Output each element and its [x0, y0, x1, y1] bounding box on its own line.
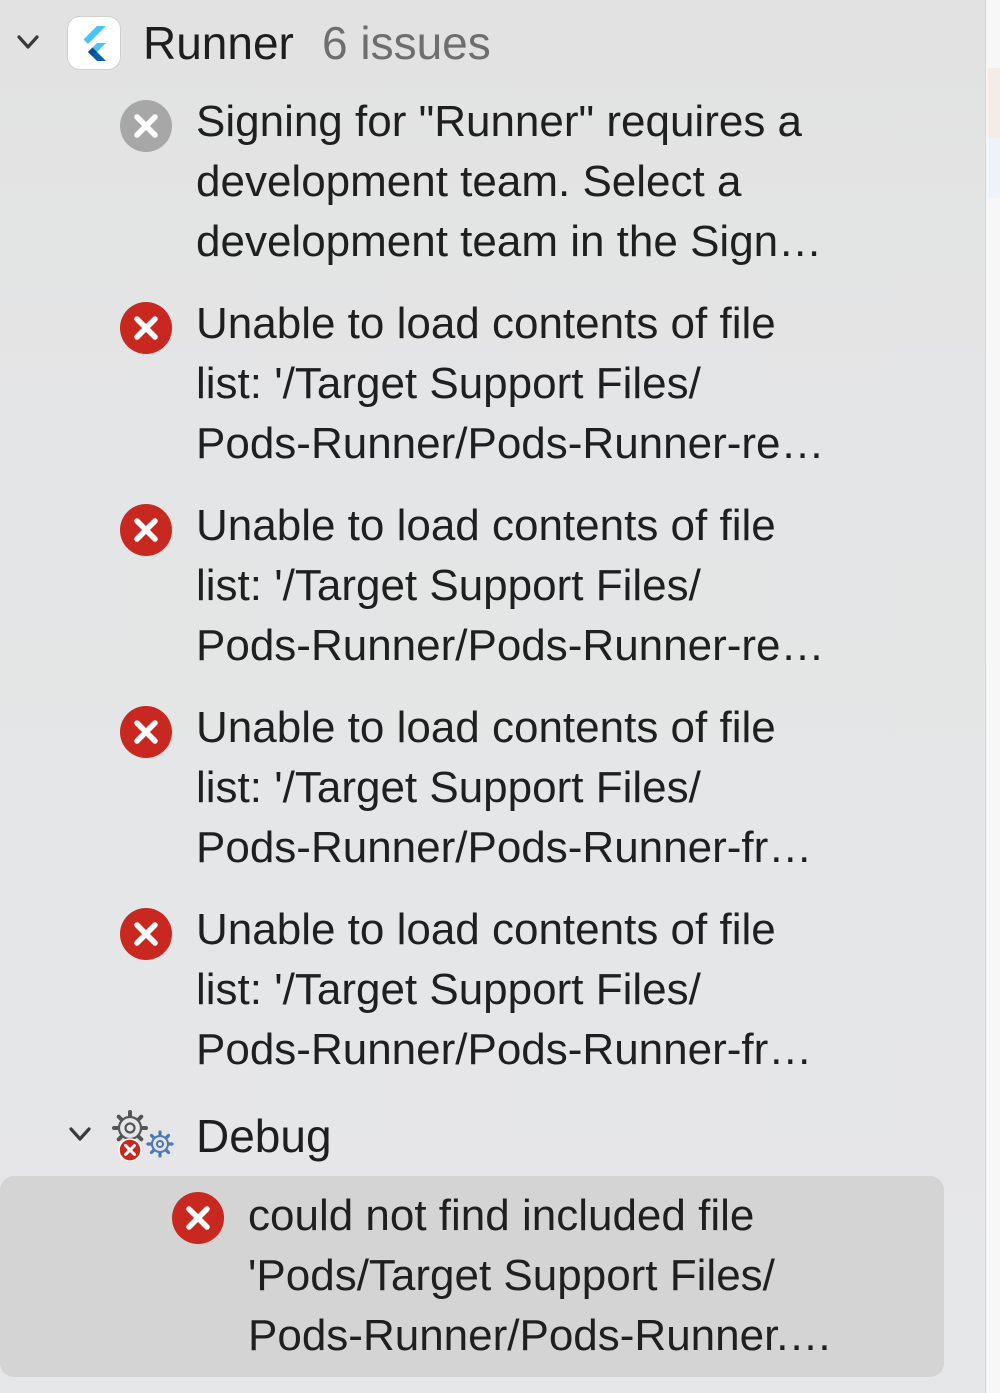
- issue-message: Unable to load contents of file list: '/…: [196, 698, 916, 878]
- issue-message-line: Signing for "Runner" requires a: [196, 97, 803, 146]
- error-icon: [120, 302, 172, 354]
- issue-message-line: Unable to load contents of file: [196, 299, 776, 348]
- flutter-app-icon: [68, 17, 120, 69]
- project-row[interactable]: Runner 6 issues: [0, 10, 985, 76]
- debug-group-row[interactable]: Debug: [0, 1106, 985, 1166]
- issue-message: Unable to load contents of file list: '/…: [196, 900, 916, 1080]
- issue-message-line: Unable to load contents of file: [196, 703, 776, 752]
- issue-message-line: 'Pods/Target Support Files/: [248, 1251, 775, 1300]
- issue-item[interactable]: Unable to load contents of file list: '/…: [0, 501, 985, 684]
- issue-message-line: Pods-Runner/Pods-Runner-re…: [196, 621, 825, 670]
- editor-edge-highlight: [988, 138, 1000, 198]
- issue-item[interactable]: Signing for "Runner" requires a developm…: [0, 97, 985, 280]
- issue-message-line: Unable to load contents of file: [196, 501, 776, 550]
- project-name: Runner: [143, 17, 294, 69]
- gray-error-icon: [120, 100, 172, 152]
- disclosure-chevron-down-icon[interactable]: [16, 30, 40, 54]
- issue-count: 6 issues: [322, 17, 491, 69]
- selected-issue-item[interactable]: could not find included file 'Pods/Targe…: [0, 1176, 944, 1377]
- error-icon: [120, 908, 172, 960]
- issue-message-line: development team. Select a: [196, 157, 742, 206]
- issue-message-line: development team in the Sign…: [196, 217, 823, 266]
- issue-message-line: list: '/Target Support Files/: [196, 965, 701, 1014]
- issue-navigator: Runner 6 issues Signing for "Runner" req…: [0, 0, 985, 1393]
- error-icon: [172, 1192, 224, 1244]
- debug-group-name: Debug: [196, 1110, 332, 1162]
- issue-message-line: Pods-Runner/Pods-Runner-fr…: [196, 823, 813, 872]
- issue-message: Signing for "Runner" requires a developm…: [196, 92, 916, 272]
- issue-item[interactable]: Unable to load contents of file list: '/…: [0, 299, 985, 482]
- error-icon: [120, 504, 172, 556]
- issue-message: Unable to load contents of file list: '/…: [196, 294, 916, 474]
- issue-message-line: list: '/Target Support Files/: [196, 763, 701, 812]
- issue-message-line: Unable to load contents of file: [196, 905, 776, 954]
- issue-item[interactable]: Unable to load contents of file list: '/…: [0, 703, 985, 886]
- issue-message-line: list: '/Target Support Files/: [196, 561, 701, 610]
- issue-message-line: Pods-Runner/Pods-Runner-fr…: [196, 1025, 813, 1074]
- error-icon: [120, 706, 172, 758]
- issue-message: Unable to load contents of file list: '/…: [196, 496, 916, 676]
- issue-message-line: Pods-Runner/Pods-Runner.…: [248, 1311, 833, 1360]
- editor-edge: [985, 0, 1000, 1393]
- editor-edge-highlight: [988, 68, 1000, 138]
- gear-with-error-icon: [110, 1108, 180, 1168]
- issue-message-line: list: '/Target Support Files/: [196, 359, 701, 408]
- issue-message-line: Pods-Runner/Pods-Runner-re…: [196, 419, 825, 468]
- issue-item[interactable]: Unable to load contents of file list: '/…: [0, 905, 985, 1088]
- issue-message-line: could not find included file: [248, 1191, 755, 1240]
- issue-message: could not find included file 'Pods/Targe…: [248, 1186, 928, 1366]
- disclosure-chevron-down-icon[interactable]: [68, 1122, 92, 1146]
